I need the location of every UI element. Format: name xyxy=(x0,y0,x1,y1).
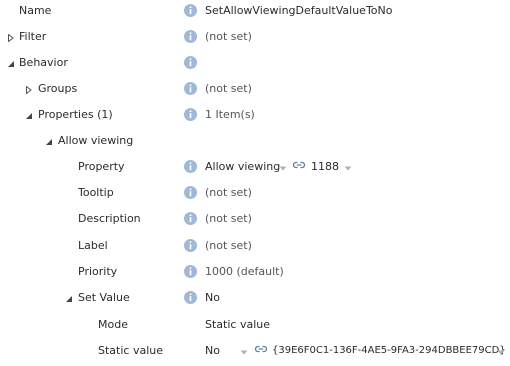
row-label: Label (not set) xyxy=(0,235,510,261)
row-property: Property Allow viewing 1188 xyxy=(0,156,510,182)
info-icon[interactable] xyxy=(184,186,197,199)
row-description: Description (not set) xyxy=(0,208,510,234)
filter-value[interactable]: (not set) xyxy=(205,30,252,43)
mode-label: Mode xyxy=(98,318,128,331)
info-icon[interactable] xyxy=(184,82,197,95)
properties-value[interactable]: 1 Item(s) xyxy=(205,108,255,121)
property-label: Property xyxy=(78,160,125,173)
info-icon[interactable] xyxy=(184,56,197,69)
info-icon[interactable] xyxy=(184,4,197,17)
row-behavior: Behavior xyxy=(0,52,510,78)
static-value-label: Static value xyxy=(98,344,163,357)
row-properties: Properties (1) 1 Item(s) xyxy=(0,104,510,130)
properties-label: Properties (1) xyxy=(38,108,113,121)
filter-label: Filter xyxy=(19,30,47,43)
groups-label: Groups xyxy=(38,82,78,95)
chevron-down-icon[interactable] xyxy=(344,166,352,171)
set-value-value[interactable]: No xyxy=(205,291,220,304)
row-mode: Mode Static value xyxy=(0,314,510,340)
static-value-value[interactable]: No xyxy=(205,344,220,357)
row-filter: Filter (not set) xyxy=(0,26,510,52)
info-icon[interactable] xyxy=(184,212,197,225)
behavior-label: Behavior xyxy=(19,56,68,69)
info-icon[interactable] xyxy=(184,291,197,304)
description-label: Description xyxy=(78,212,141,225)
description-value[interactable]: (not set) xyxy=(205,212,252,225)
name-label: Name xyxy=(19,4,52,17)
row-allow-viewing: Allow viewing xyxy=(0,130,510,156)
collapse-triangle-icon[interactable] xyxy=(7,60,15,68)
expand-triangle-icon[interactable] xyxy=(7,34,15,42)
set-value-label: Set Value xyxy=(78,291,130,304)
label-value[interactable]: (not set) xyxy=(205,239,252,252)
chevron-down-icon[interactable] xyxy=(279,166,287,171)
property-linked-value[interactable]: 1188 xyxy=(311,160,339,173)
info-icon[interactable] xyxy=(184,239,197,252)
row-tooltip: Tooltip (not set) xyxy=(0,182,510,208)
info-icon[interactable] xyxy=(184,160,197,173)
allow-viewing-label: Allow viewing xyxy=(58,134,134,147)
expand-triangle-icon[interactable] xyxy=(25,86,33,94)
property-value[interactable]: Allow viewing xyxy=(205,160,280,173)
chevron-down-icon[interactable] xyxy=(240,350,248,355)
link-icon[interactable] xyxy=(255,344,267,354)
priority-value[interactable]: 1000 (default) xyxy=(205,265,284,278)
priority-label: Priority xyxy=(78,265,118,278)
info-icon[interactable] xyxy=(184,265,197,278)
info-icon[interactable] xyxy=(184,30,197,43)
row-priority: Priority 1000 (default) xyxy=(0,261,510,287)
collapse-triangle-icon[interactable] xyxy=(45,138,53,146)
collapse-triangle-icon[interactable] xyxy=(65,295,73,303)
label-label: Label xyxy=(78,239,108,252)
static-value-guid[interactable]: {39E6F0C1-136F-4AE5-9FA3-294DBBEE79CD} xyxy=(272,345,506,356)
name-value[interactable]: SetAllowViewingDefaultValueToNo xyxy=(205,4,392,17)
tooltip-value[interactable]: (not set) xyxy=(205,186,252,199)
chevron-down-icon[interactable] xyxy=(497,350,505,355)
info-icon[interactable] xyxy=(184,108,197,121)
row-set-value: Set Value No xyxy=(0,287,510,313)
row-groups: Groups (not set) xyxy=(0,78,510,104)
collapse-triangle-icon[interactable] xyxy=(25,112,33,120)
link-icon[interactable] xyxy=(293,160,305,170)
mode-value[interactable]: Static value xyxy=(205,318,270,331)
tooltip-label: Tooltip xyxy=(78,186,114,199)
row-name: Name SetAllowViewingDefaultValueToNo xyxy=(0,0,510,26)
row-static-value: Static value No {39E6F0C1-136F-4AE5-9FA3… xyxy=(0,340,510,366)
groups-value[interactable]: (not set) xyxy=(205,82,252,95)
